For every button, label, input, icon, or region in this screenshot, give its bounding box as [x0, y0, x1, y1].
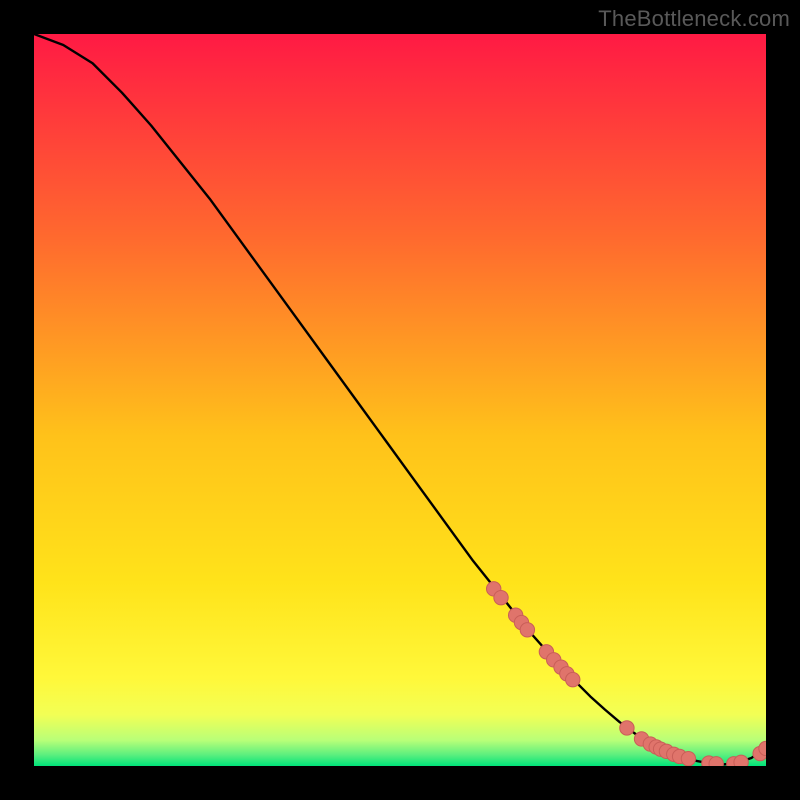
- data-marker: [681, 751, 695, 765]
- chart-frame: TheBottleneck.com: [0, 0, 800, 800]
- data-marker: [734, 755, 748, 766]
- data-marker: [566, 672, 580, 686]
- chart-svg: [34, 34, 766, 766]
- plot-area: [34, 34, 766, 766]
- watermark-text: TheBottleneck.com: [598, 6, 790, 32]
- data-marker: [494, 590, 508, 604]
- gradient-background: [34, 34, 766, 766]
- data-marker: [520, 623, 534, 637]
- data-marker: [620, 721, 634, 735]
- data-marker: [709, 757, 723, 766]
